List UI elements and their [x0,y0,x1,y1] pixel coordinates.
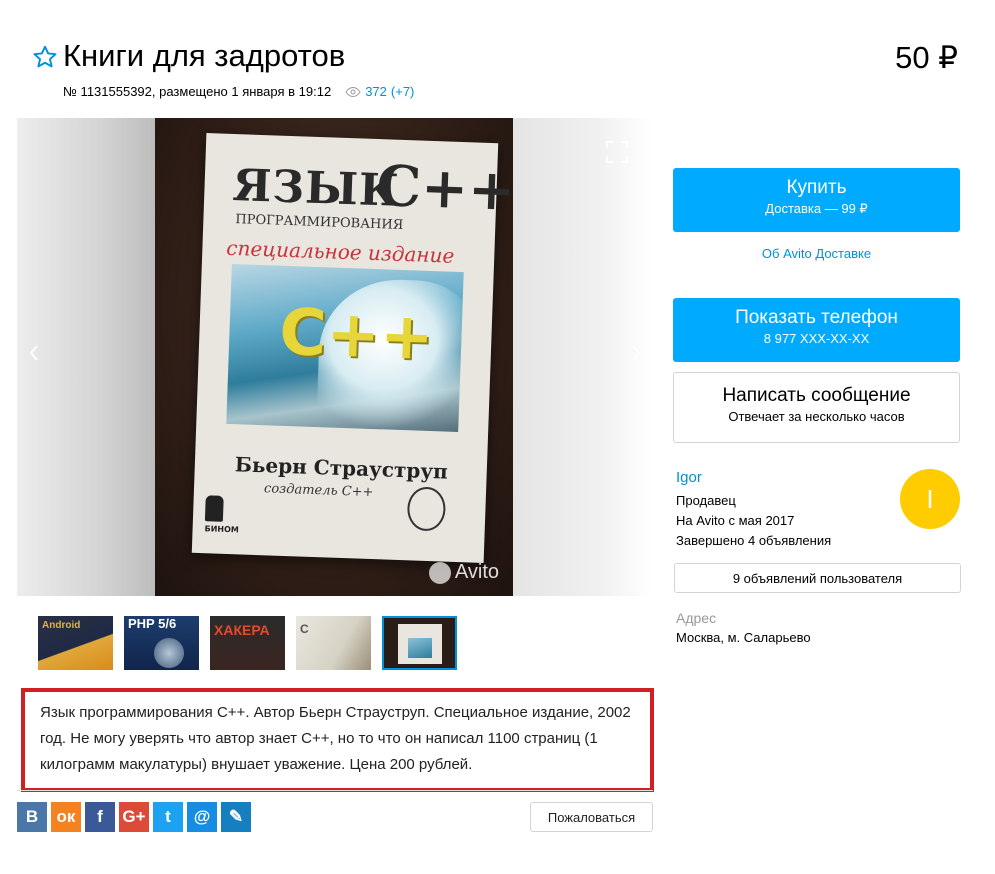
thumbnail-label: Android [42,620,81,631]
write-message-button[interactable]: Написать сообщение Отвечает за несколько… [673,372,960,443]
write-message-label: Написать сообщение [722,385,911,406]
thumbnail-5-selected[interactable] [382,616,457,670]
twitter-icon[interactable]: t [153,802,183,832]
disc-image [154,638,184,668]
buy-button-label: Купить [786,177,847,198]
divider [17,790,653,791]
book-cover-art: C++ [226,264,464,432]
avito-delivery-link[interactable]: Об Avito Доставке [673,246,960,261]
book-author: Бьерн Страуструп [234,452,449,484]
book-edition: специальное издание [226,235,455,268]
fullscreen-icon[interactable] [605,140,629,164]
book-logo: C++ [278,295,435,376]
report-button[interactable]: Пожаловаться [530,802,653,832]
share-buttons: В ок f G+ t @ ✎ [17,802,251,832]
address-value: Москва, м. Саларьево [676,630,811,645]
address-label: Адрес [676,610,717,626]
seal-icon [406,486,447,532]
chevron-left-icon[interactable] [21,343,47,369]
listing-price: 50 ₽ [895,40,958,75]
seller-since: На Avito с мая 2017 [676,513,795,528]
show-phone-button[interactable]: Показать телефон 8 977 XXX-XX-XX [673,298,960,362]
listing-meta: № 1131555392, размещено 1 января в 19:12… [63,84,414,99]
buy-button-delivery: Доставка — 99 ₽ [765,201,868,216]
google-plus-icon[interactable]: G+ [119,802,149,832]
phone-number: 8 977 XXX-XX-XX [763,331,870,346]
livejournal-icon[interactable]: ✎ [221,802,251,832]
avito-watermark: Avito [428,561,499,584]
avatar[interactable]: I [900,469,960,529]
book-cover: ЯЗЫК C++ ПРОГРАММИРОВАНИЯ специальное из… [191,133,513,563]
eye-icon [345,86,361,97]
seller-completed: Завершено 4 объявления [676,533,832,548]
mail-icon[interactable]: @ [187,802,217,832]
views-delta: (+7) [390,84,415,99]
book-creator: создатель C++ [263,481,374,501]
chair-icon [204,495,224,522]
facebook-icon[interactable]: f [85,802,115,832]
photo-gallery[interactable]: ЯЗЫК C++ ПРОГРАММИРОВАНИЯ специальное из… [17,118,653,596]
publisher-name: БИНОМ [204,524,239,535]
thumbnail-book [398,624,442,664]
main-photo[interactable]: ЯЗЫК C++ ПРОГРАММИРОВАНИЯ специальное из… [155,118,513,596]
thumbnail-4[interactable]: C [296,616,371,670]
seller-info: Продавец На Avito с мая 2017 Завершено 4… [676,491,831,551]
thumbnail-label: C [300,622,309,636]
watermark-text: Avito [454,561,499,583]
thumbnail-strip: Android PHP 5/6 ХАКЕРА C [38,616,457,670]
item-description: Язык программирования С++. Автор Бьерн С… [21,688,654,792]
thumbnail-label: PHP 5/6 [128,616,177,631]
buy-button[interactable]: Купить Доставка — 99 ₽ [673,168,960,232]
response-time: Отвечает за несколько часов [728,409,905,424]
seller-role: Продавец [676,493,736,508]
odnoklassniki-icon[interactable]: ок [51,802,81,832]
vk-icon[interactable]: В [17,802,47,832]
avito-logo-icon [428,561,451,584]
thumbnail-2[interactable]: PHP 5/6 [124,616,199,670]
thumbnail-1[interactable]: Android [38,616,113,670]
seller-name-link[interactable]: Igor [676,469,702,486]
book-title-cpp: C++ [375,153,513,224]
thumbnail-label: ХАКЕРА [214,622,270,638]
listing-title: Книги для задротов [63,38,346,73]
views-counter[interactable]: 372 (+7) [345,84,414,99]
chevron-right-icon[interactable] [623,343,649,369]
thumbnail-3[interactable]: ХАКЕРА [210,616,285,670]
views-count: 372 [365,84,387,99]
publisher-logo: БИНОМ [204,495,240,534]
listing-number-date: № 1131555392, размещено 1 января в 19:12 [63,84,332,99]
favorite-star-icon[interactable] [32,44,58,70]
user-ads-button[interactable]: 9 объявлений пользователя [674,563,961,593]
show-phone-label: Показать телефон [735,307,898,328]
